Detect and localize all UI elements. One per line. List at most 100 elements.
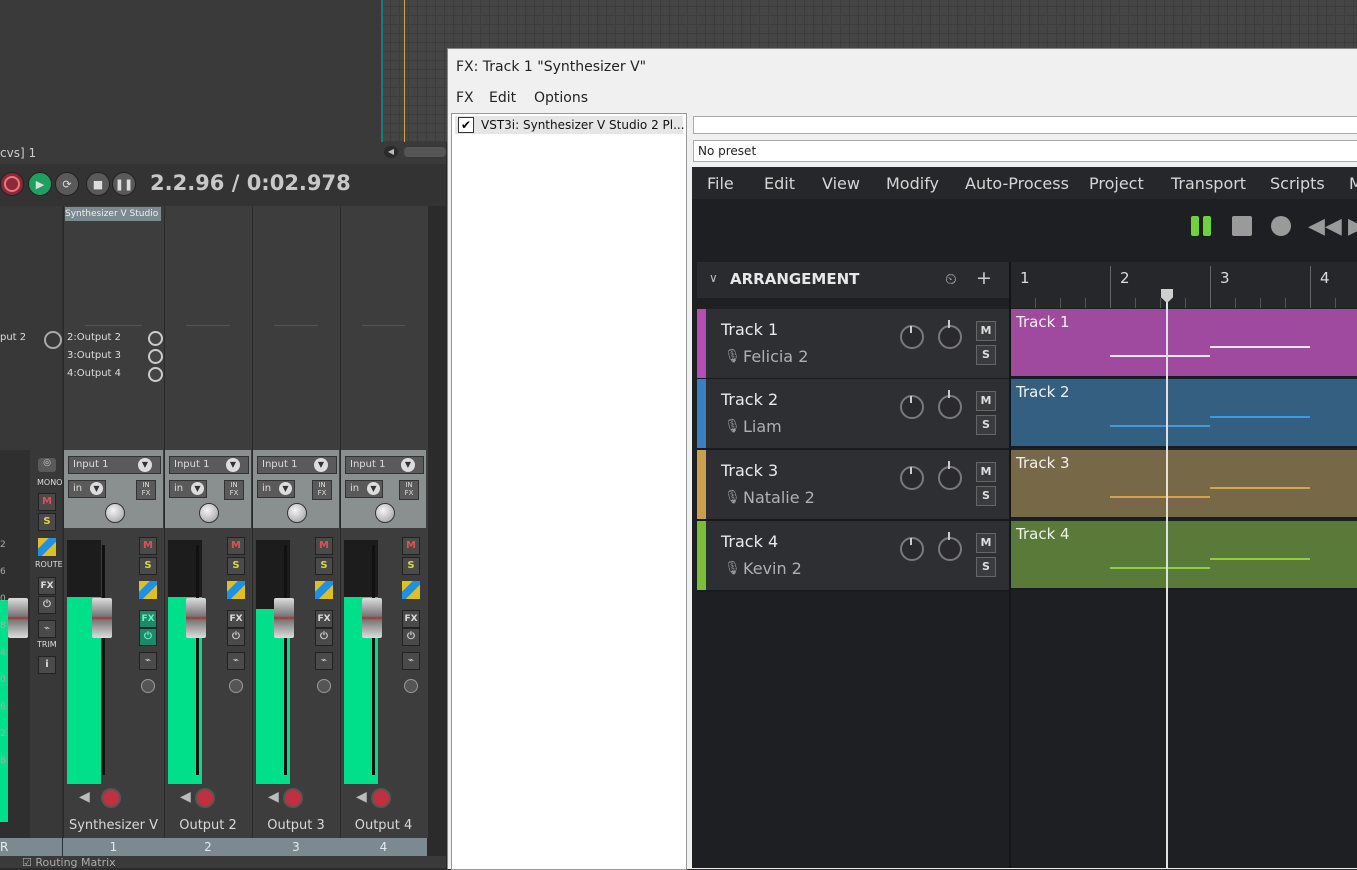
fx-bypass-icon[interactable]: ⏻ — [315, 628, 333, 646]
note[interactable] — [1210, 416, 1310, 418]
phase-icon[interactable] — [317, 679, 331, 693]
history-icon[interactable]: ⏲ — [945, 270, 957, 288]
input-fx-button[interactable]: IN FX — [399, 480, 419, 500]
sv-solo-button[interactable]: S — [976, 415, 996, 435]
record-arm-button[interactable] — [100, 788, 121, 808]
pan-knob[interactable] — [938, 395, 962, 419]
mute-button[interactable]: M — [402, 537, 420, 555]
sv-solo-button[interactable]: S — [976, 557, 996, 577]
sv-forward-icon[interactable]: ▶ — [1348, 214, 1357, 239]
note[interactable] — [1110, 496, 1210, 498]
sv-solo-button[interactable]: S — [976, 345, 996, 365]
fx-menu-edit[interactable]: Edit — [489, 90, 516, 106]
send-knob-icon[interactable] — [148, 331, 163, 346]
envelope-icon[interactable]: ⌁ — [315, 652, 333, 670]
sv-menu-file[interactable]: File — [707, 174, 734, 193]
sv-menu-m[interactable]: M — [1349, 174, 1357, 193]
sv-mute-button[interactable]: M — [976, 533, 996, 553]
info-button[interactable]: i — [38, 656, 56, 674]
fx-bypass-icon[interactable]: ⏻ — [139, 628, 157, 646]
input-fx-button[interactable]: IN FX — [312, 480, 332, 500]
input-fx-button[interactable]: IN FX — [224, 480, 244, 500]
fx-menu-fx[interactable]: FX — [456, 90, 474, 106]
note[interactable] — [1110, 567, 1210, 569]
route-icon[interactable] — [315, 581, 333, 599]
phase-icon[interactable] — [404, 679, 418, 693]
master-fader[interactable] — [8, 598, 28, 638]
sv-menu-view[interactable]: View — [822, 174, 860, 193]
panel-divider[interactable] — [1009, 262, 1011, 868]
send-knob-icon[interactable] — [148, 349, 163, 364]
sv-stop-button[interactable] — [1232, 216, 1252, 236]
volume-knob[interactable] — [900, 466, 924, 490]
loop-icon[interactable]: ⟳ — [55, 172, 79, 196]
envelope-icon[interactable]: ⌁ — [402, 652, 420, 670]
horizontal-scrollbar[interactable] — [404, 147, 446, 157]
pan-knob[interactable] — [938, 466, 962, 490]
record-arm-button[interactable] — [195, 788, 215, 808]
note[interactable] — [1210, 487, 1310, 489]
sv-menu-modify[interactable]: Modify — [886, 174, 939, 193]
add-track-icon[interactable]: + — [976, 267, 992, 289]
fx-enable-checkbox[interactable]: ✔ — [458, 117, 474, 133]
empty-arrangement-area[interactable] — [1011, 592, 1357, 868]
fx-slot-label[interactable]: Synthesizer V Studio — [65, 207, 161, 221]
pause-button[interactable]: ❚❚ — [112, 172, 136, 196]
volume-knob[interactable] — [900, 537, 924, 561]
sv-menu-transport[interactable]: Transport — [1171, 174, 1246, 193]
speaker-icon[interactable]: ◀ — [180, 789, 191, 805]
mute-button[interactable]: M — [315, 537, 333, 555]
pan-knob[interactable] — [938, 537, 962, 561]
fx-chain-item[interactable]: ✔ VST3i: Synthesizer V Studio 2 Pl... — [455, 116, 685, 134]
sv-menu-edit[interactable]: Edit — [764, 174, 795, 193]
note[interactable] — [1110, 425, 1210, 427]
volume-fader[interactable] — [91, 598, 112, 638]
sv-mute-button[interactable]: M — [976, 462, 996, 482]
envelope-icon[interactable]: ⌁ — [227, 652, 245, 670]
record-arm-button[interactable] — [370, 788, 391, 808]
pan-knob[interactable] — [374, 503, 395, 523]
solo-button[interactable]: S — [402, 557, 420, 575]
mute-button[interactable]: M — [139, 537, 157, 555]
note[interactable] — [1210, 346, 1310, 348]
fx-button[interactable]: FX — [402, 610, 420, 628]
input-fx-button[interactable]: IN FX — [136, 480, 156, 500]
master-power-icon[interactable]: ⏻ — [38, 596, 56, 614]
route-icon[interactable] — [139, 581, 157, 599]
fx-menu-options[interactable]: Options — [534, 90, 588, 106]
sv-rewind-icon[interactable]: ◀◀ — [1308, 214, 1342, 239]
pan-knob[interactable] — [938, 325, 962, 349]
solo-button[interactable]: S — [315, 557, 333, 575]
route-icon[interactable] — [38, 538, 56, 556]
sv-pause-button[interactable] — [1191, 216, 1213, 236]
envelope-icon[interactable]: ⌁ — [139, 652, 157, 670]
send-knob-icon[interactable] — [148, 367, 163, 382]
envelope-icon[interactable]: ⌁ — [38, 620, 56, 638]
record-arm-button[interactable] — [283, 788, 303, 808]
mute-button[interactable]: M — [227, 537, 245, 555]
phase-icon[interactable] — [229, 679, 243, 693]
note[interactable] — [1110, 355, 1210, 357]
sv-menu-scripts[interactable]: Scripts — [1270, 174, 1325, 193]
speaker-icon[interactable]: ◀ — [356, 789, 367, 805]
pan-knob[interactable] — [104, 503, 125, 523]
record-button[interactable] — [0, 172, 24, 196]
route-icon[interactable] — [402, 581, 420, 599]
sv-menu-auto-process[interactable]: Auto-Process — [965, 174, 1069, 193]
mono-icon[interactable]: ◎ — [38, 458, 56, 472]
volume-knob[interactable] — [900, 395, 924, 419]
sv-solo-button[interactable]: S — [976, 486, 996, 506]
volume-fader[interactable] — [186, 598, 206, 638]
routing-matrix-checkbox[interactable]: ☑ Routing Matrix — [22, 856, 116, 869]
note[interactable] — [1210, 558, 1310, 560]
output-knob-icon[interactable] — [44, 331, 62, 349]
speaker-icon[interactable]: ◀ — [268, 789, 279, 805]
fx-button[interactable]: FX — [139, 610, 157, 628]
timeline-ruler[interactable] — [1011, 262, 1357, 308]
play-button[interactable]: ▶ — [28, 172, 52, 196]
master-solo-button[interactable]: S — [38, 513, 56, 531]
speaker-icon[interactable]: ◀ — [79, 789, 90, 805]
scroll-left-icon[interactable]: ◀ — [384, 146, 398, 158]
sv-mute-button[interactable]: M — [976, 391, 996, 411]
sv-record-button[interactable] — [1271, 216, 1291, 236]
